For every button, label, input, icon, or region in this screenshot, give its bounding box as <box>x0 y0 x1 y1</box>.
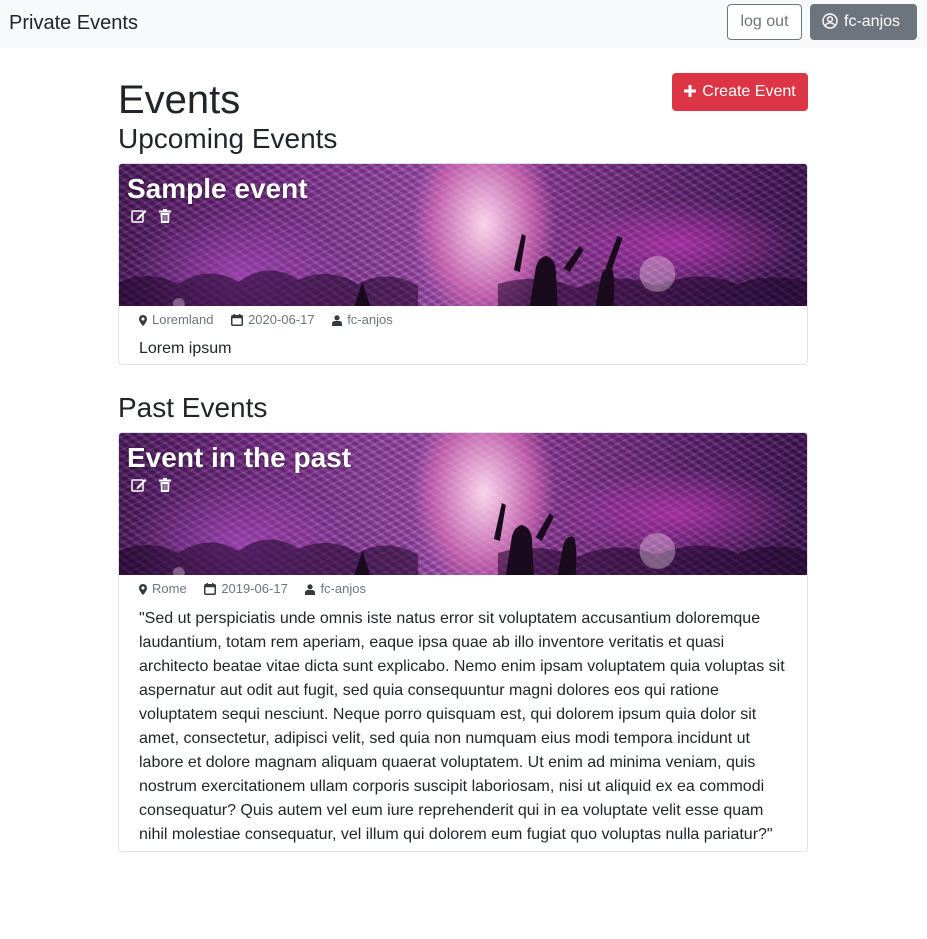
user-circle-icon <box>822 13 838 29</box>
trash-icon[interactable] <box>159 209 172 228</box>
navbar: Private Events log out fc-anjos <box>0 0 927 48</box>
event-location: Rome <box>139 575 187 603</box>
event-banner-image: Event in the past <box>119 433 807 575</box>
upcoming-events-heading: Upcoming Events <box>118 123 338 154</box>
calendar-icon <box>204 583 217 595</box>
map-marker-icon <box>139 584 147 595</box>
event-date: 2020-06-17 <box>231 306 315 334</box>
create-event-button[interactable]: Create Event <box>672 73 808 111</box>
edit-icon[interactable] <box>131 209 147 228</box>
event-card: Sample event Loremland 2020-06-17 fc-anj… <box>118 163 808 365</box>
event-title[interactable]: Sample event <box>127 170 308 208</box>
event-author: fc-anjos <box>332 306 393 334</box>
plus-icon <box>684 73 697 111</box>
logout-button[interactable]: log out <box>727 4 802 40</box>
user-name: fc-anjos <box>844 13 901 30</box>
event-location: Loremland <box>139 306 213 334</box>
event-title[interactable]: Event in the past <box>127 439 351 477</box>
event-description: Lorem ipsum <box>139 340 232 357</box>
event-author: fc-anjos <box>305 575 366 603</box>
user-icon <box>332 315 343 326</box>
event-actions <box>131 478 179 494</box>
calendar-icon <box>231 314 244 326</box>
user-icon <box>305 584 316 595</box>
map-marker-icon <box>139 315 147 326</box>
trash-icon[interactable] <box>159 478 172 497</box>
edit-icon[interactable] <box>131 478 147 497</box>
brand-link[interactable]: Private Events <box>9 11 138 35</box>
event-description: "Sed ut perspiciatis unde omnis iste nat… <box>139 610 785 843</box>
event-meta: Loremland 2020-06-17 fc-anjos <box>119 306 807 334</box>
past-events-heading: Past Events <box>118 392 268 423</box>
event-card: Event in the past Rome 2019-06-17 fc-anj… <box>118 432 808 852</box>
event-date: 2019-06-17 <box>204 575 288 603</box>
event-banner-image: Sample event <box>119 164 807 306</box>
create-event-label: Create Event <box>702 83 796 100</box>
user-menu-button[interactable]: fc-anjos <box>810 4 917 40</box>
event-meta: Rome 2019-06-17 fc-anjos <box>119 575 807 603</box>
event-actions <box>131 209 179 225</box>
page-title: Events <box>118 78 241 122</box>
